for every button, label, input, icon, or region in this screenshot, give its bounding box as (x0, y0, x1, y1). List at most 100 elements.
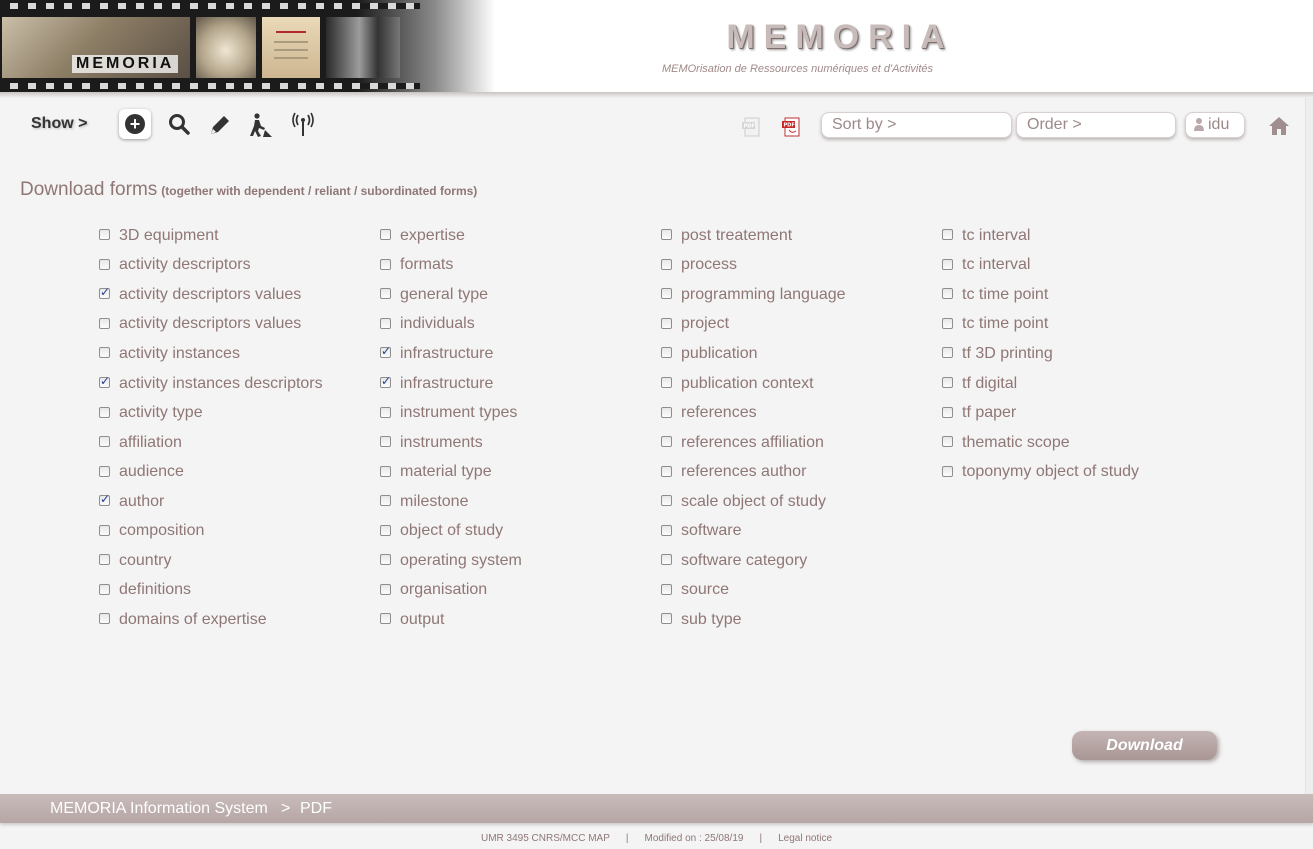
form-checkbox[interactable] (380, 613, 391, 625)
form-checkbox[interactable] (99, 492, 110, 507)
form-checkbox[interactable] (99, 347, 110, 359)
form-option[interactable]: publication (661, 339, 931, 369)
form-option[interactable]: process (661, 251, 931, 281)
breadcrumb-home[interactable]: MEMORIA Information System (50, 794, 268, 823)
form-checkbox[interactable] (942, 229, 953, 241)
form-option[interactable]: source (661, 576, 931, 606)
form-option[interactable]: activity descriptors values (99, 280, 369, 310)
form-option[interactable]: toponymy object of study (942, 457, 1212, 487)
form-option[interactable]: operating system (380, 546, 650, 576)
form-option[interactable]: domains of expertise (99, 605, 369, 635)
form-checkbox[interactable] (661, 495, 672, 507)
form-option[interactable]: tc time point (942, 310, 1212, 340)
worker-icon[interactable] (248, 112, 274, 138)
form-option[interactable]: tc interval (942, 221, 1212, 251)
form-checkbox[interactable] (942, 377, 953, 388)
form-checkbox[interactable] (661, 613, 672, 625)
form-checkbox[interactable] (942, 465, 953, 477)
form-option[interactable]: instruments (380, 428, 650, 458)
form-checkbox[interactable] (380, 436, 391, 448)
form-checkbox[interactable] (380, 554, 391, 566)
form-option[interactable]: organisation (380, 576, 650, 606)
form-option[interactable]: formats (380, 251, 650, 281)
form-checkbox[interactable] (380, 495, 391, 507)
scrollbar[interactable] (1305, 98, 1313, 794)
form-checkbox[interactable] (380, 374, 391, 388)
form-option[interactable]: project (661, 310, 931, 340)
form-option[interactable]: author (99, 487, 369, 517)
form-checkbox[interactable] (99, 317, 110, 329)
form-option[interactable]: definitions (99, 576, 369, 606)
form-checkbox[interactable] (380, 344, 391, 359)
form-checkbox[interactable] (99, 554, 110, 566)
order-dropdown[interactable]: Order > (1016, 112, 1176, 138)
form-checkbox[interactable] (661, 583, 672, 595)
form-checkbox[interactable] (99, 374, 110, 388)
show-menu[interactable]: Show > (31, 115, 87, 133)
form-checkbox[interactable] (99, 406, 110, 418)
form-option[interactable]: thematic scope (942, 428, 1212, 458)
form-checkbox[interactable] (380, 406, 391, 418)
search-icon[interactable] (167, 112, 193, 138)
form-checkbox[interactable] (380, 524, 391, 536)
form-option[interactable]: software (661, 516, 931, 546)
form-option[interactable]: activity instances descriptors (99, 369, 369, 399)
sort-by-dropdown[interactable]: Sort by > (821, 112, 1012, 138)
broadcast-icon[interactable] (290, 112, 316, 138)
form-option[interactable]: infrastructure (380, 339, 650, 369)
form-checkbox[interactable] (661, 377, 672, 388)
form-checkbox[interactable] (942, 436, 953, 448)
form-option[interactable]: tc interval (942, 251, 1212, 281)
form-option[interactable]: instrument types (380, 398, 650, 428)
add-button[interactable]: + (119, 109, 151, 139)
form-option[interactable]: tf digital (942, 369, 1212, 399)
form-checkbox[interactable] (99, 436, 110, 448)
form-option[interactable]: scale object of study (661, 487, 931, 517)
form-option[interactable]: 3D equipment (99, 221, 369, 251)
form-option[interactable]: affiliation (99, 428, 369, 458)
form-checkbox[interactable] (99, 613, 110, 625)
legal-notice-link[interactable]: Legal notice (778, 833, 832, 844)
form-checkbox[interactable] (942, 347, 953, 359)
form-option[interactable]: milestone (380, 487, 650, 517)
form-option[interactable]: output (380, 605, 650, 635)
user-button[interactable]: idu (1185, 112, 1245, 138)
form-checkbox[interactable] (661, 406, 672, 418)
form-checkbox[interactable] (661, 436, 672, 448)
form-option[interactable]: composition (99, 516, 369, 546)
form-checkbox[interactable] (661, 288, 672, 300)
form-checkbox[interactable] (99, 285, 110, 300)
form-checkbox[interactable] (661, 347, 672, 359)
pdf-icon[interactable]: PDF (781, 116, 803, 138)
form-option[interactable]: sub type (661, 605, 931, 635)
form-option[interactable]: object of study (380, 516, 650, 546)
form-option[interactable]: activity instances (99, 339, 369, 369)
edit-icon[interactable] (207, 112, 233, 138)
form-option[interactable]: references author (661, 457, 931, 487)
form-option[interactable]: activity type (99, 398, 369, 428)
form-checkbox[interactable] (99, 229, 110, 241)
form-option[interactable]: references affiliation (661, 428, 931, 458)
form-checkbox[interactable] (380, 465, 391, 477)
form-checkbox[interactable] (380, 317, 391, 329)
form-checkbox[interactable] (661, 317, 672, 329)
form-option[interactable]: material type (380, 457, 650, 487)
form-option[interactable]: references (661, 398, 931, 428)
form-option[interactable]: activity descriptors values (99, 310, 369, 340)
form-checkbox[interactable] (380, 583, 391, 595)
form-checkbox[interactable] (380, 258, 391, 270)
form-option[interactable]: activity descriptors (99, 251, 369, 281)
form-checkbox[interactable] (942, 317, 953, 329)
form-checkbox[interactable] (99, 524, 110, 536)
form-checkbox[interactable] (380, 229, 391, 241)
form-checkbox[interactable] (661, 524, 672, 536)
form-checkbox[interactable] (380, 288, 391, 300)
form-option[interactable]: software category (661, 546, 931, 576)
form-checkbox[interactable] (99, 465, 110, 477)
form-option[interactable]: tf paper (942, 398, 1212, 428)
form-option[interactable]: infrastructure (380, 369, 650, 399)
form-option[interactable]: post treatement (661, 221, 931, 251)
form-option[interactable]: publication context (661, 369, 931, 399)
form-checkbox[interactable] (661, 258, 672, 270)
form-checkbox[interactable] (99, 258, 110, 270)
